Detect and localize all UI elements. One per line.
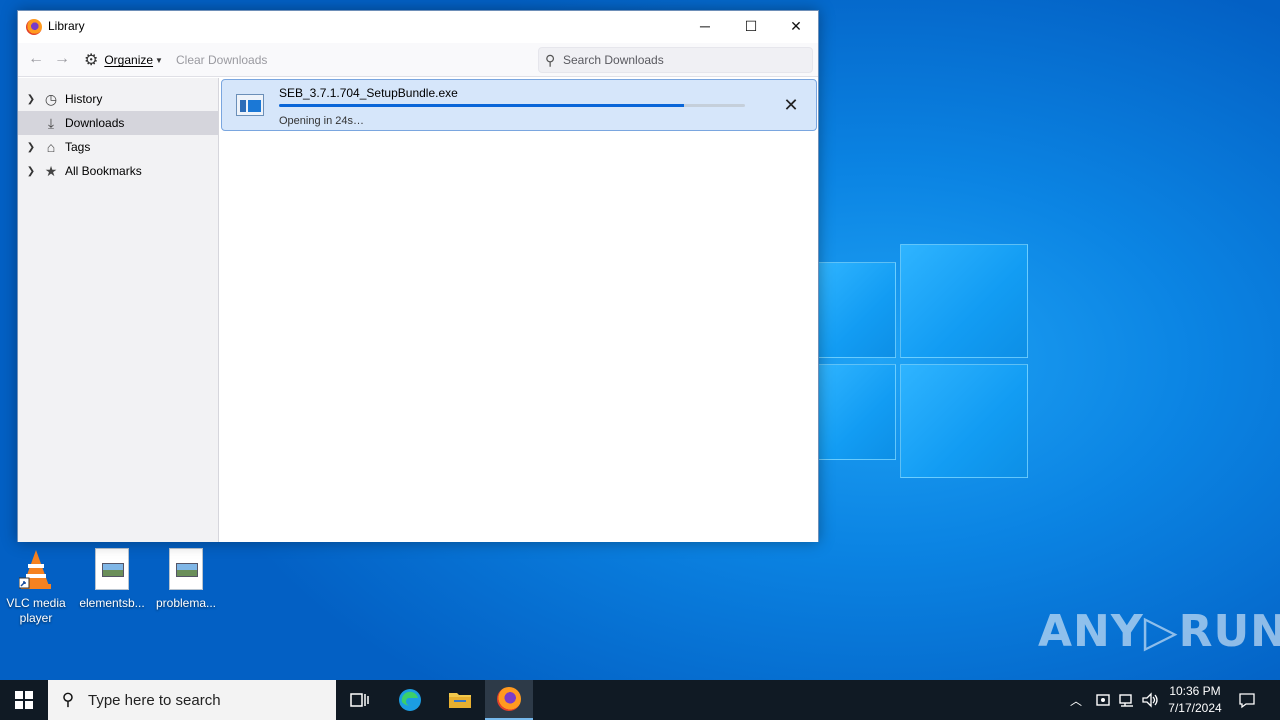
sidebar-item-all-bookmarks[interactable]: ❯ ★ All Bookmarks: [18, 159, 218, 183]
back-button[interactable]: ←: [28, 51, 44, 67]
close-button[interactable]: ✕: [773, 11, 819, 41]
edge-taskbar-button[interactable]: [386, 680, 434, 720]
search-icon: ⚲: [61, 690, 75, 709]
firefox-icon: [497, 687, 521, 711]
desktop-icon-elementsb[interactable]: elementsb...: [76, 548, 148, 611]
search-box[interactable]: ⚲: [538, 47, 813, 73]
chevron-right-icon[interactable]: ❯: [21, 166, 41, 177]
clear-downloads-button[interactable]: Clear Downloads: [176, 53, 267, 67]
clock-icon: ◷: [44, 90, 58, 107]
firefox-icon: [26, 19, 42, 35]
organize-label: Organize: [104, 53, 154, 67]
tag-icon: ⌂: [46, 139, 56, 155]
minimize-button[interactable]: ─: [682, 11, 728, 41]
chevron-right-icon[interactable]: ❯: [21, 142, 41, 153]
sidebar-item-label: History: [65, 92, 103, 106]
volume-icon[interactable]: [1142, 680, 1160, 720]
taskbar-search-box[interactable]: ⚲ Type here to search: [48, 680, 336, 720]
forward-button[interactable]: →: [54, 51, 70, 67]
organize-menu-button[interactable]: ⚙ Organize ▼: [84, 51, 163, 69]
notification-center-button[interactable]: [1238, 680, 1256, 720]
download-icon: ⤓: [47, 114, 55, 131]
windows-logo-wallpaper: [818, 240, 1030, 480]
desktop-icon-label: problema...: [155, 596, 217, 610]
toolbar: ← → ⚙ Organize ▼ Clear Downloads ⚲: [18, 43, 818, 77]
desktop-icon-label: elementsb...: [79, 596, 145, 610]
download-item[interactable]: SEB_3.7.1.704_SetupBundle.exe Opening in…: [221, 79, 817, 131]
sidebar-item-label: All Bookmarks: [65, 164, 142, 178]
search-input[interactable]: [563, 51, 803, 69]
meet-now-icon[interactable]: [1095, 680, 1111, 720]
clock-time: 10:36 PM: [1169, 684, 1221, 698]
library-window: Library ─ ☐ ✕ ← → ⚙ Organize ▼ Clear Dow…: [17, 10, 819, 542]
chevron-right-icon[interactable]: ❯: [21, 94, 41, 105]
anyrun-watermark: ANY▷RUN: [1038, 606, 1280, 657]
clock-date: 7/17/2024: [1168, 701, 1222, 715]
desktop-icon-label: VLC media player: [6, 596, 66, 625]
sidebar-item-history[interactable]: ❯ ◷ History: [18, 87, 218, 111]
downloads-list: SEB_3.7.1.704_SetupBundle.exe Opening in…: [219, 78, 818, 542]
file-explorer-taskbar-button[interactable]: [436, 680, 484, 720]
sidebar: ❯ ◷ History ⤓ Downloads ❯ ⌂ Tags ❯ ★ All…: [18, 78, 219, 542]
edge-icon: [399, 689, 421, 711]
taskbar-clock[interactable]: 10:36 PM 7/17/2024: [1162, 683, 1228, 717]
sidebar-item-label: Downloads: [65, 116, 125, 130]
start-button[interactable]: [0, 680, 48, 720]
image-file-icon: [95, 548, 129, 590]
taskbar: ⚲ Type here to search ︿ 10:36 PM 7/17/20…: [0, 680, 1280, 720]
taskbar-search-placeholder: Type here to search: [88, 691, 221, 709]
download-filename: SEB_3.7.1.704_SetupBundle.exe: [279, 86, 458, 100]
windows-start-icon: [15, 691, 33, 709]
download-status: Opening in 24s…: [279, 115, 364, 127]
sidebar-item-label: Tags: [65, 140, 91, 154]
star-icon: ★: [44, 162, 58, 179]
maximize-button[interactable]: ☐: [728, 11, 774, 41]
image-file-icon: [169, 548, 203, 590]
task-view-icon: [350, 693, 369, 707]
chevron-up-icon: ︿: [1070, 693, 1083, 708]
title-bar[interactable]: Library ─ ☐ ✕: [18, 11, 818, 43]
chevron-down-icon: ▼: [155, 55, 163, 65]
installer-file-icon: [236, 94, 264, 116]
network-icon[interactable]: [1119, 680, 1135, 720]
download-progress-bar: [279, 104, 745, 107]
cancel-download-button[interactable]: ✕: [780, 94, 802, 116]
gear-icon: ⚙: [84, 52, 99, 69]
notification-icon: [1239, 693, 1255, 709]
show-hidden-icons-button[interactable]: ︿: [1070, 680, 1082, 720]
download-progress-fill: [279, 104, 685, 107]
folder-icon: [449, 693, 471, 708]
window-title: Library: [48, 19, 85, 33]
sidebar-item-downloads[interactable]: ⤓ Downloads: [18, 111, 218, 135]
search-icon: ⚲: [545, 52, 556, 68]
desktop-icon-vlc[interactable]: VLC media player: [0, 548, 72, 626]
desktop-icon-problema[interactable]: problema...: [150, 548, 222, 611]
sidebar-item-tags[interactable]: ❯ ⌂ Tags: [18, 135, 218, 159]
firefox-taskbar-button[interactable]: [485, 680, 533, 720]
task-view-button[interactable]: [336, 680, 384, 720]
vlc-icon: [18, 548, 53, 590]
